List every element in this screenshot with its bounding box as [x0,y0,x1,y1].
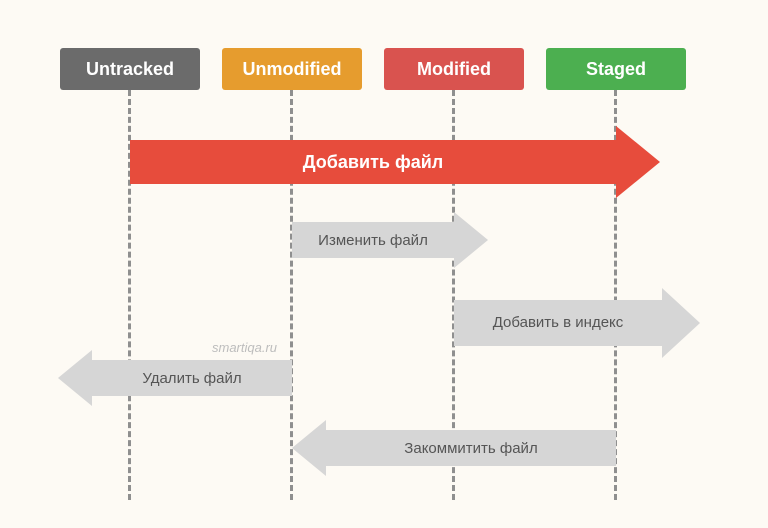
arrow-label: Удалить файл [142,370,241,387]
arrow-label: Добавить в индекс [493,314,624,332]
arrow-label: Закоммитить файл [404,440,537,457]
arrowhead-left-icon [58,350,92,406]
stage-untracked: Untracked [60,48,200,90]
arrow-commit-file: Закоммитить файл [326,430,616,466]
arrow-add-file: Добавить файл [130,140,616,184]
arrow-edit-file: Изменить файл [292,222,454,258]
arrowhead-right-icon [662,288,700,358]
arrowhead-right-icon [454,212,488,268]
arrowhead-left-icon [292,420,326,476]
stage-label: Untracked [86,59,174,80]
stage-modified: Modified [384,48,524,90]
arrowhead-right-icon [616,126,660,198]
arrow-label: Изменить файл [318,232,428,249]
stage-label: Unmodified [243,59,342,80]
stage-unmodified: Unmodified [222,48,362,90]
stage-label: Modified [417,59,491,80]
arrow-stage-file: Добавить в индекс [454,300,662,346]
arrow-remove-file: Удалить файл [92,360,292,396]
stage-staged: Staged [546,48,686,90]
arrow-label: Добавить файл [303,152,443,173]
watermark: smartiqa.ru [212,340,277,355]
stage-label: Staged [586,59,646,80]
